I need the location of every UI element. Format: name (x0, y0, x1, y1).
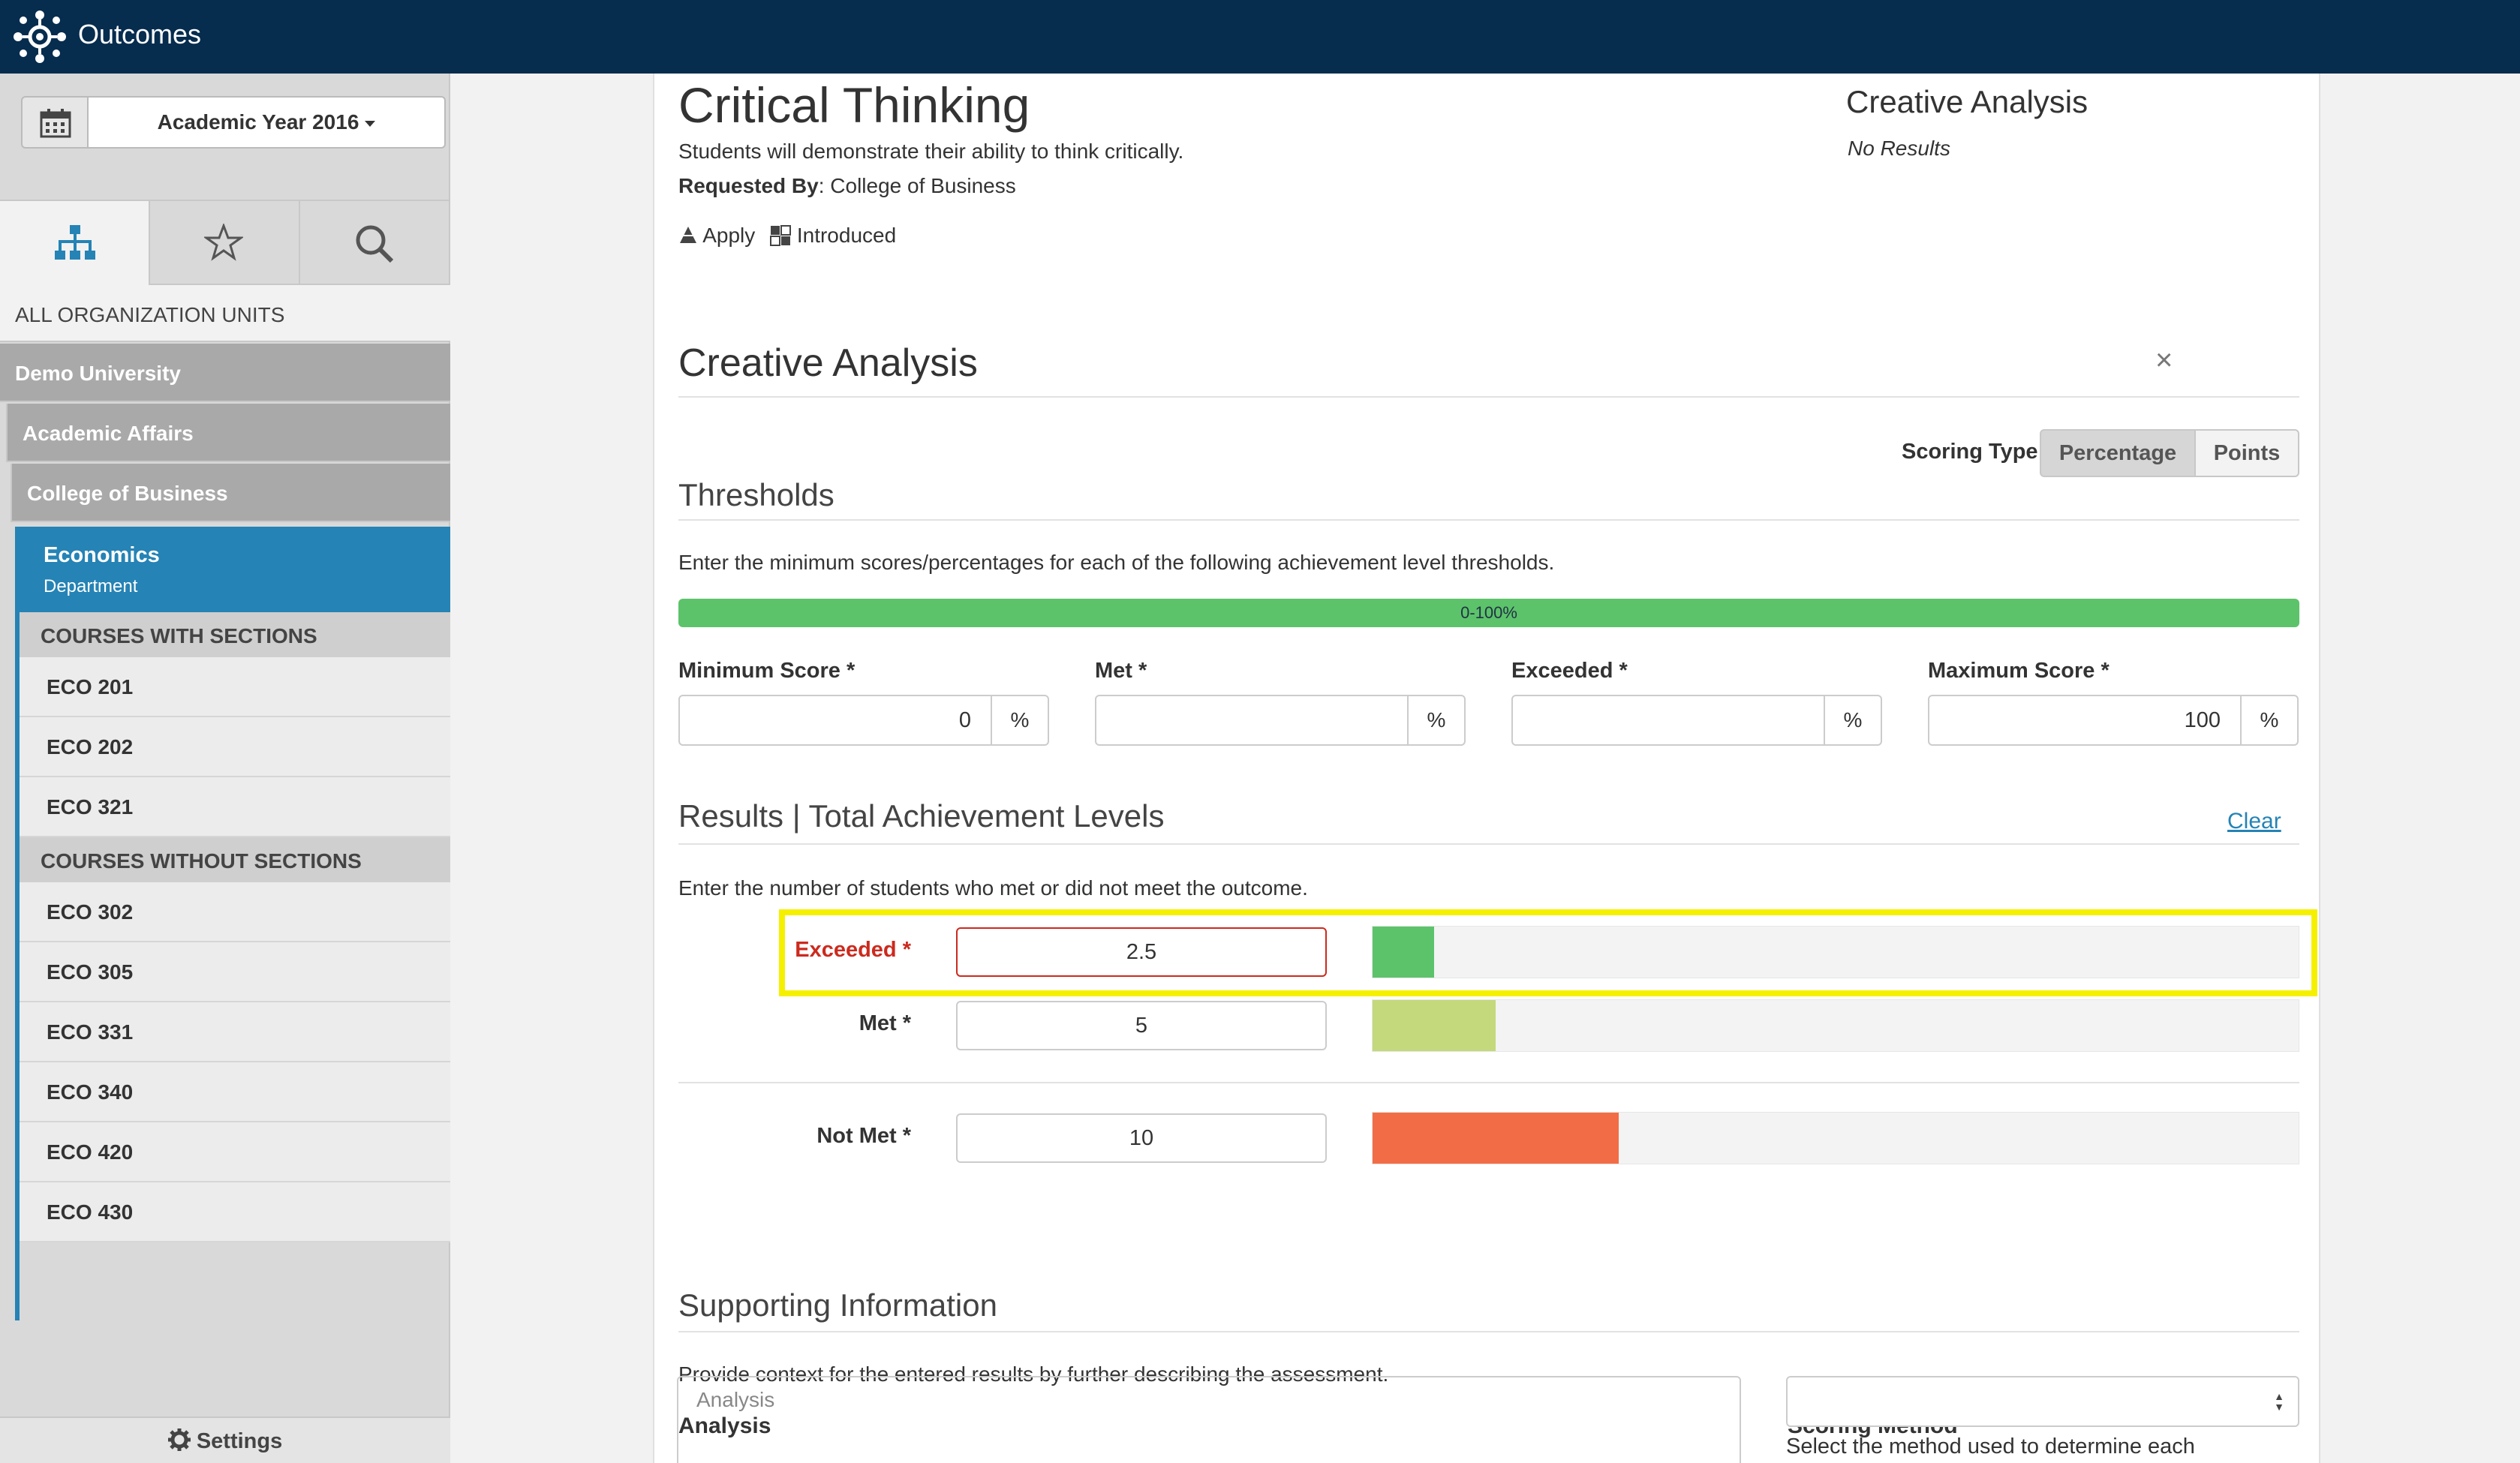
pyramid-icon (680, 227, 696, 243)
course-item[interactable]: ECO 340 (15, 1062, 450, 1122)
search-icon (356, 225, 394, 263)
sidebar-tabs (0, 200, 450, 285)
settings-label: Settings (196, 1429, 283, 1453)
tree-item-academic-affairs[interactable]: Academic Affairs (6, 404, 450, 462)
calendar-button[interactable] (21, 96, 89, 149)
thresholds-help: Enter the minimum scores/percentages for… (678, 551, 1555, 574)
summary-status: No Results (1848, 137, 1950, 160)
tree-item-label: Demo University (15, 362, 181, 385)
courses-with-sections-header: COURSES WITH SECTIONS (15, 612, 450, 657)
caret-down-icon (365, 120, 376, 127)
met-threshold-label: Met * (1095, 659, 1147, 683)
results-help: Enter the number of students who met or … (678, 876, 1308, 900)
met-bar-fill (1373, 1000, 1496, 1051)
course-item[interactable]: ECO 420 (15, 1122, 450, 1182)
not-met-bar-fill (1373, 1113, 1619, 1164)
requested-by: Requested By: College of Business (678, 174, 1016, 198)
top-bar: Outcomes (0, 0, 2520, 74)
maximum-score-label: Maximum Score * (1928, 659, 2110, 683)
course-item[interactable]: ECO 202 (15, 717, 450, 777)
met-threshold-input[interactable]: % (1095, 695, 1466, 746)
course-item[interactable]: ECO 302 (15, 882, 450, 942)
percent-addon: % (1407, 696, 1464, 744)
met-label: Met * (859, 1011, 911, 1035)
highlight-box (779, 909, 2317, 996)
requested-by-label: Requested By (678, 174, 819, 197)
select-arrows-icon: ▲ ▼ (2274, 1390, 2284, 1413)
unit-name: Economics (44, 543, 160, 567)
divider (678, 1331, 2299, 1332)
sidebar: Academic Year 2016 ALL ORGANIZATION UNIT… (0, 74, 450, 1463)
requested-by-value: : College of Business (818, 174, 1016, 197)
scoring-points-button[interactable]: Points (2194, 429, 2299, 477)
course-item[interactable]: ECO 201 (15, 657, 450, 717)
divider (678, 519, 2299, 521)
academic-year-selector: Academic Year 2016 (21, 96, 446, 149)
not-met-label: Not Met * (816, 1124, 911, 1148)
tab-hierarchy[interactable] (0, 201, 150, 285)
selection-indicator (15, 612, 20, 1320)
analysis-textarea[interactable]: Analysis (677, 1376, 1741, 1463)
hierarchy-icon (55, 225, 95, 260)
scoring-percentage-button[interactable]: Percentage (2040, 429, 2196, 477)
course-item[interactable]: ECO 321 (15, 777, 450, 837)
unit-type: Department (44, 576, 138, 596)
tab-favorites[interactable] (150, 201, 300, 285)
app-title[interactable]: Outcomes (78, 19, 201, 50)
academic-year-label: Academic Year 2016 (157, 110, 359, 134)
course-item[interactable]: ECO 430 (15, 1182, 450, 1242)
input-value: 0 (958, 708, 971, 732)
exceeded-threshold-label: Exceeded * (1511, 659, 1628, 683)
outcome-title: Critical Thinking (678, 77, 1030, 133)
course-item[interactable]: ECO 331 (15, 1002, 450, 1062)
assessment-title: Creative Analysis (678, 341, 978, 385)
outcome-description: Students will demonstrate their ability … (678, 140, 1184, 163)
tree-item-college-of-business[interactable]: College of Business (11, 464, 450, 522)
scoring-method-select[interactable]: ▲ ▼ (1786, 1376, 2299, 1427)
results-heading: Results | Total Achievement Levels (678, 798, 1165, 834)
supporting-info-heading: Supporting Information (678, 1287, 997, 1323)
main-panel: Critical Thinking Students will demonstr… (653, 74, 2320, 1463)
threshold-range-bar: 0-100% (678, 599, 2299, 627)
outcome-tags: Apply Introduced (678, 224, 896, 248)
tag-apply: Apply (702, 224, 756, 247)
divider (678, 1082, 2299, 1083)
tree-item-demo-university[interactable]: Demo University (0, 344, 450, 402)
not-met-bar-track (1372, 1112, 2299, 1164)
star-icon (204, 224, 243, 261)
tree-item-label: College of Business (27, 482, 228, 505)
course-item[interactable]: ECO 305 (15, 942, 450, 1002)
tree-item-economics-selected[interactable]: Economics Department (15, 527, 450, 612)
percent-addon: % (2240, 696, 2297, 744)
tab-search[interactable] (300, 201, 450, 285)
network-logo-icon[interactable] (14, 11, 66, 63)
settings-button[interactable]: Settings (0, 1416, 450, 1463)
input-value: 100 (2184, 708, 2221, 732)
scoring-method-help: Select the method used to determine each (1786, 1434, 2195, 1458)
percent-addon: % (991, 696, 1048, 744)
minimum-score-input[interactable]: 0% (678, 695, 1049, 746)
thresholds-heading: Thresholds (678, 477, 834, 512)
gear-icon (167, 1428, 191, 1451)
tree-item-label: Academic Affairs (23, 422, 194, 445)
divider (678, 843, 2299, 845)
grid-icon (770, 225, 792, 246)
all-organization-units[interactable]: ALL ORGANIZATION UNITS (0, 285, 450, 342)
academic-year-dropdown[interactable]: Academic Year 2016 (87, 96, 446, 149)
courses-without-sections-header: COURSES WITHOUT SECTIONS (15, 837, 450, 882)
clear-link[interactable]: Clear (2227, 809, 2281, 834)
close-icon[interactable]: × (2155, 344, 2173, 377)
tag-introduced: Introduced (796, 224, 897, 247)
met-count-input[interactable]: 5 (956, 1001, 1327, 1050)
exceeded-threshold-input[interactable]: % (1511, 695, 1882, 746)
summary-title: Creative Analysis (1846, 84, 2088, 119)
divider (678, 396, 2299, 398)
met-bar-track (1372, 999, 2299, 1052)
calendar-icon (40, 109, 71, 138)
percent-addon: % (1824, 696, 1881, 744)
scoring-type-label: Scoring Type (1902, 440, 2038, 464)
maximum-score-input[interactable]: 100% (1928, 695, 2299, 746)
not-met-count-input[interactable]: 10 (956, 1113, 1327, 1163)
minimum-score-label: Minimum Score * (678, 659, 856, 683)
